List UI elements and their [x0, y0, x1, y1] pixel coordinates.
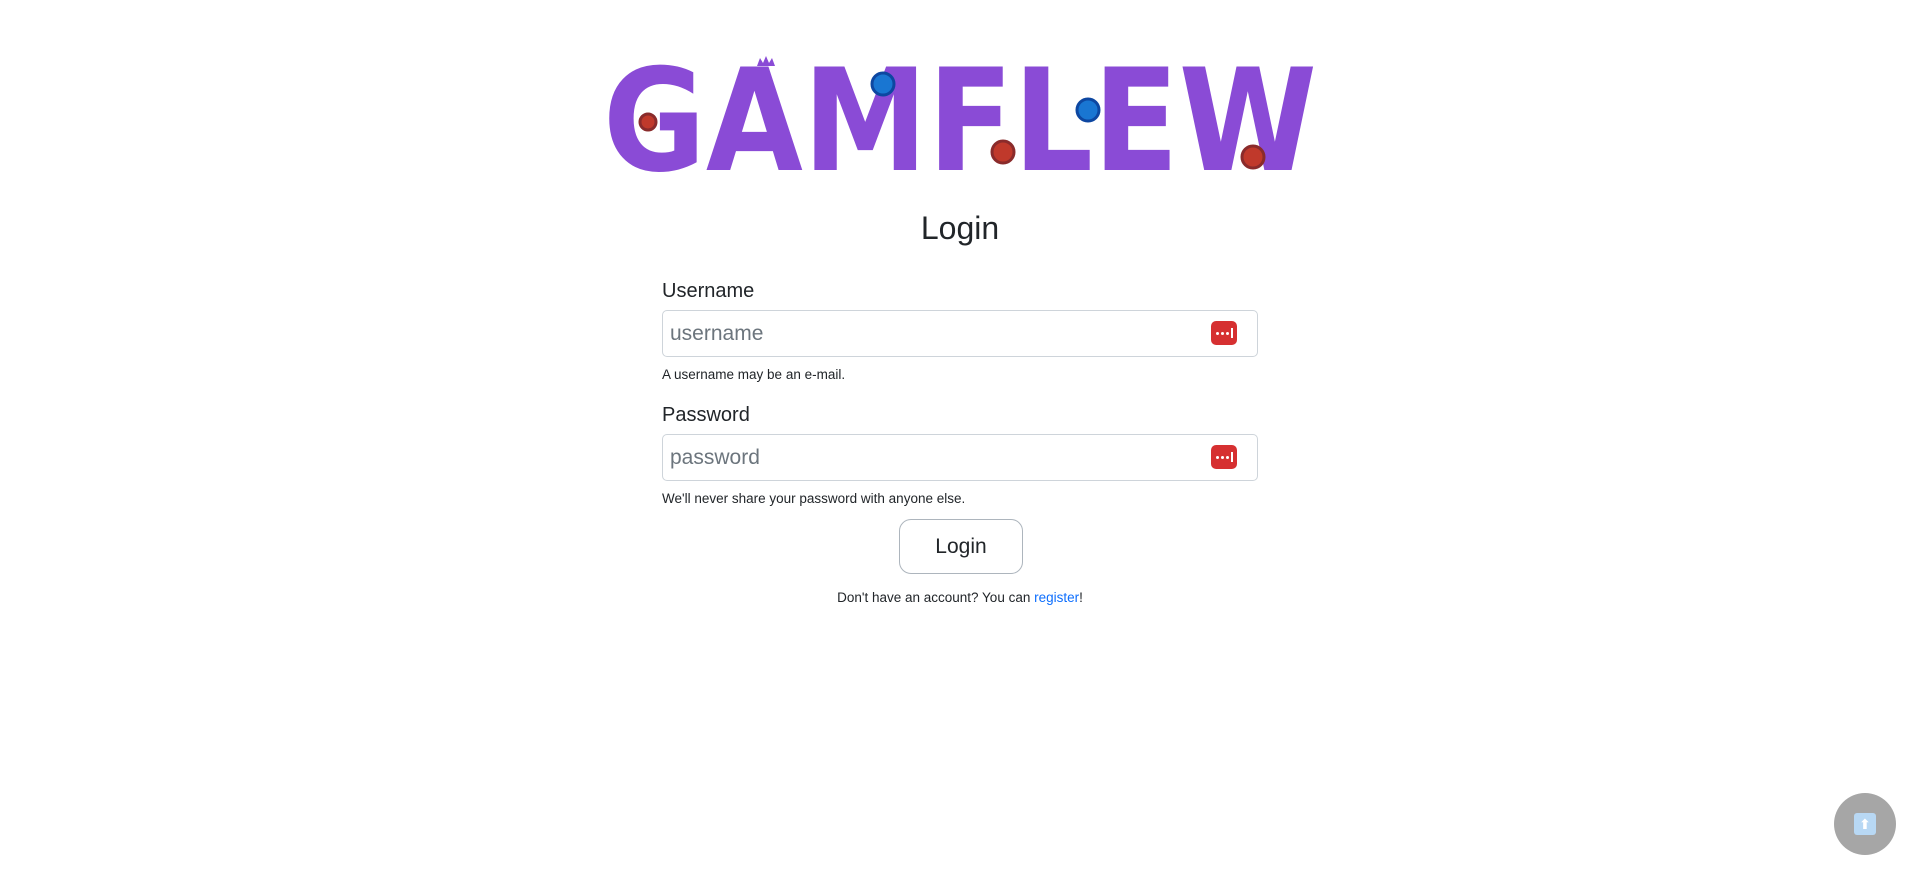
- username-group: Username A username may be an e-mail.: [662, 278, 1258, 384]
- username-label: Username: [662, 280, 755, 302]
- username-input[interactable]: [662, 310, 1258, 357]
- arrow-up-icon: ⬆: [1854, 813, 1876, 835]
- scroll-to-top-button[interactable]: ⬆: [1834, 793, 1896, 855]
- username-help-text: A username may be an e-mail.: [662, 367, 846, 382]
- username-input-wrap: [662, 310, 1258, 357]
- register-prompt: Don't have an account? You can register!: [0, 589, 1920, 607]
- login-button[interactable]: Login: [899, 519, 1023, 574]
- login-form: Username A username may be an e-mail. Pa…: [662, 278, 1258, 508]
- register-prompt-text: Don't have an account? You can: [837, 590, 1035, 605]
- register-prompt-suffix: !: [1079, 590, 1083, 605]
- password-manager-icon[interactable]: [1211, 445, 1237, 469]
- page-title: Login: [920, 210, 1000, 246]
- password-input[interactable]: [662, 434, 1258, 481]
- password-label: Password: [662, 404, 750, 426]
- login-page: GAMFLEW Login Username A username may be…: [0, 0, 1920, 878]
- register-link[interactable]: register: [1034, 590, 1079, 605]
- svg-text:GAMFLEW: GAMFLEW: [603, 52, 1317, 182]
- password-group: Password We'll never share your password…: [662, 402, 1258, 508]
- password-input-wrap: [662, 434, 1258, 481]
- gamflew-logo: GAMFLEW: [600, 52, 1320, 182]
- password-manager-icon[interactable]: [1211, 321, 1237, 345]
- password-help-text: We'll never share your password with any…: [662, 491, 966, 506]
